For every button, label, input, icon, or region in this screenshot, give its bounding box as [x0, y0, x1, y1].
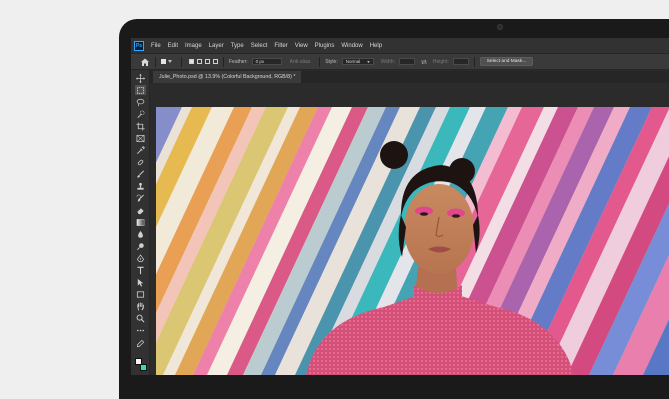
- width-label: Width:: [380, 58, 395, 65]
- selection-mode-group: [189, 59, 218, 64]
- swap-dimensions-icon[interactable]: [420, 59, 428, 65]
- document-image: [156, 107, 669, 375]
- menu-filter[interactable]: Filter: [274, 43, 287, 49]
- style-label: Style:: [325, 58, 338, 65]
- background-color-swatch[interactable]: [140, 364, 147, 371]
- style-select[interactable]: Normal: [341, 58, 374, 65]
- clone-stamp-icon[interactable]: [135, 181, 146, 191]
- path-selection-icon[interactable]: [135, 277, 146, 287]
- feather-label: Feather:: [229, 58, 248, 65]
- tools-panel: [131, 70, 150, 375]
- menu-image[interactable]: Image: [185, 43, 202, 49]
- subtract-selection-icon[interactable]: [205, 59, 210, 64]
- height-label: Height:: [432, 58, 449, 65]
- menu-view[interactable]: View: [295, 43, 308, 49]
- photoshop-window: Ps File Edit Image Layer Type Select Fil…: [131, 38, 669, 375]
- feather-input[interactable]: 0 px: [251, 58, 282, 65]
- options-separator: [319, 56, 321, 67]
- document-tab[interactable]: Julie_Photo.psd @ 13.9% (Colorful Backgr…: [153, 71, 302, 83]
- menu-window[interactable]: Window: [341, 43, 362, 49]
- eyedropper-icon[interactable]: [135, 145, 146, 155]
- new-selection-icon[interactable]: [189, 59, 194, 64]
- menu-type[interactable]: Type: [231, 43, 244, 49]
- menu-help[interactable]: Help: [370, 43, 382, 49]
- move-icon[interactable]: [135, 73, 146, 83]
- blur-icon[interactable]: [135, 229, 146, 239]
- gradient-icon[interactable]: [135, 217, 146, 227]
- intersect-selection-icon[interactable]: [213, 59, 218, 64]
- document-tab-bar: Julie_Photo.psd @ 13.9% (Colorful Backgr…: [150, 71, 669, 83]
- chevron-down-icon: [168, 60, 172, 63]
- pen-icon[interactable]: [135, 253, 146, 263]
- type-icon[interactable]: [135, 265, 146, 275]
- options-bar: Feather: 0 px Anti-alias Style: Normal W…: [131, 53, 669, 70]
- menu-edit[interactable]: Edit: [168, 43, 178, 49]
- spot-healing-icon[interactable]: [135, 157, 146, 167]
- menu-bar: Ps File Edit Image Layer Type Select Fil…: [131, 38, 669, 53]
- add-selection-icon[interactable]: [197, 59, 202, 64]
- dodge-icon[interactable]: [135, 241, 146, 251]
- options-separator: [181, 56, 182, 67]
- options-separator: [223, 56, 224, 67]
- tool-preset-picker[interactable]: [161, 58, 176, 66]
- zoom-icon[interactable]: [135, 313, 146, 323]
- select-and-mask-button[interactable]: Select and Mask...: [479, 57, 534, 66]
- portrait-photo: [156, 107, 669, 375]
- brush-icon[interactable]: [135, 169, 146, 179]
- history-brush-icon[interactable]: [135, 193, 146, 203]
- menu-file[interactable]: File: [151, 43, 161, 49]
- chevron-down-icon: [366, 60, 370, 63]
- hand-icon[interactable]: [135, 301, 146, 311]
- edit-toolbar-icon[interactable]: [135, 338, 146, 348]
- style-select-value: Normal: [345, 58, 361, 64]
- rectangle-icon[interactable]: [135, 289, 146, 299]
- home-icon[interactable]: [140, 57, 150, 67]
- eraser-icon[interactable]: [135, 205, 146, 215]
- foreground-color-swatch[interactable]: [135, 358, 142, 365]
- canvas-area[interactable]: [150, 83, 669, 375]
- webcam: [497, 24, 503, 30]
- height-input[interactable]: [452, 58, 469, 65]
- rectangular-marquee-icon[interactable]: [135, 85, 146, 95]
- menu-select[interactable]: Select: [251, 43, 268, 49]
- more-tools-icon[interactable]: [135, 325, 146, 335]
- options-separator: [155, 56, 156, 67]
- lasso-icon[interactable]: [135, 97, 146, 107]
- options-separator: [473, 56, 475, 67]
- width-input[interactable]: [398, 58, 415, 65]
- marquee-preset-icon: [161, 59, 166, 64]
- menu-plugins[interactable]: Plugins: [315, 43, 335, 49]
- photoshop-logo-icon: Ps: [134, 40, 144, 51]
- anti-alias-checkbox[interactable]: Anti-alias: [290, 59, 311, 65]
- crop-icon[interactable]: [135, 121, 146, 131]
- frame-icon[interactable]: [135, 133, 146, 143]
- menu-layer[interactable]: Layer: [209, 43, 224, 49]
- quick-selection-icon[interactable]: [135, 109, 146, 119]
